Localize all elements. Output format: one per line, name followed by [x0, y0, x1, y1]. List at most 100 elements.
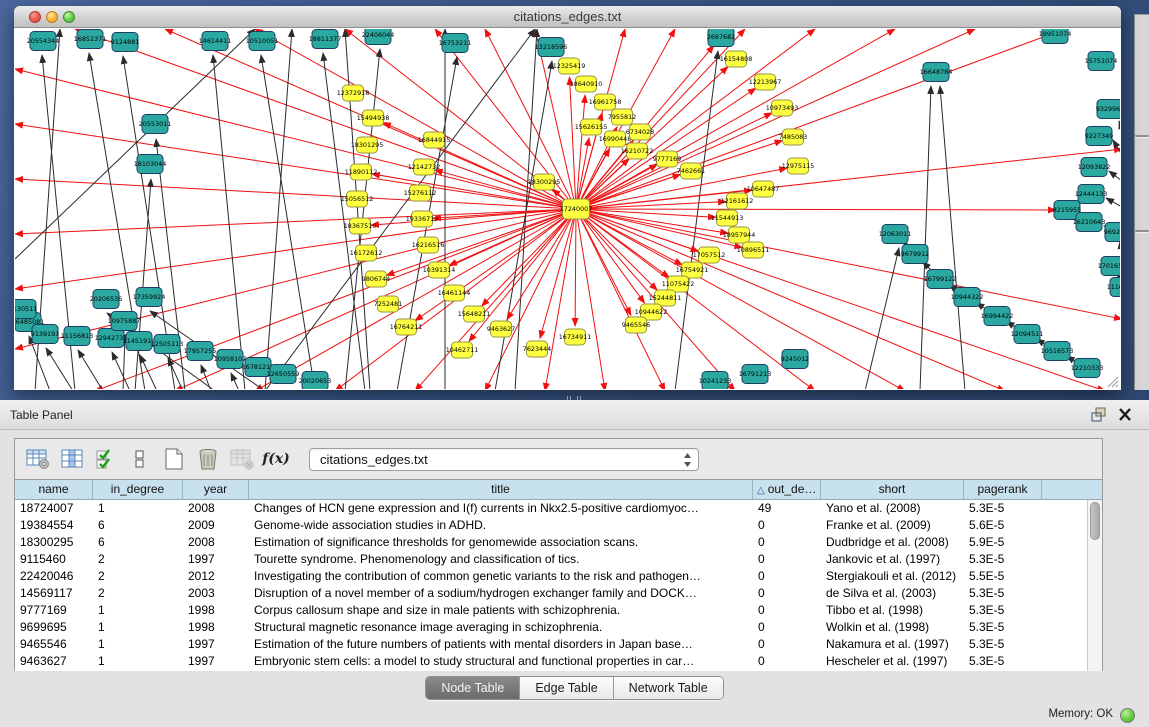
graph-node[interactable]: 11156813 [61, 327, 94, 346]
graph-node[interactable]: 9124881 [111, 33, 139, 52]
table-cell[interactable]: Wolkin et al. (1998) [821, 619, 964, 636]
scrollbar-thumb[interactable] [1090, 502, 1100, 540]
graph-node[interactable]: 10896511 [737, 242, 770, 258]
table-cell[interactable]: de Silva et al. (2003) [821, 585, 964, 602]
table-cell[interactable]: 2012 [183, 568, 249, 585]
delete-icon[interactable] [193, 444, 223, 474]
table-cell[interactable]: 2008 [183, 534, 249, 551]
vertical-scrollbar[interactable] [1087, 500, 1102, 671]
graph-node[interactable]: 11890112 [345, 164, 378, 180]
table-cell[interactable]: 2009 [183, 517, 249, 534]
graph-node[interactable]: 12213967 [749, 74, 782, 90]
graph-node[interactable]: 10516573 [1041, 342, 1074, 361]
network-canvas[interactable]: 1724000712325419186409101696175815626155… [15, 29, 1120, 389]
graph-node[interactable]: 18301295 [351, 137, 384, 153]
graph-node[interactable]: 2687682 [707, 29, 735, 47]
table-cell[interactable]: 5.5E-5 [964, 568, 1042, 585]
table-row[interactable]: 969969511998Structural magnetic resonanc… [15, 619, 1087, 636]
table-cell[interactable]: Hescheler et al. (1997) [821, 653, 964, 670]
graph-node[interactable]: 14614411 [199, 32, 232, 51]
graph-node[interactable]: 15648211 [458, 306, 491, 322]
column-header-title[interactable]: title [249, 480, 753, 499]
graph-node[interactable]: 17240007 [560, 199, 593, 219]
hide-rows-icon[interactable] [125, 444, 155, 474]
graph-node[interactable]: 11167533 [1107, 278, 1120, 297]
column-header-short[interactable]: short [821, 480, 964, 499]
table-row[interactable]: 946362711997Embryonic stem cells: a mode… [15, 653, 1087, 670]
table-cell[interactable]: 18300295 [15, 534, 93, 551]
graph-node[interactable]: 20553011 [139, 115, 172, 134]
graph-node[interactable]: 20020653 [299, 372, 332, 390]
graph-node[interactable]: 16852371 [74, 30, 107, 49]
graph-node[interactable]: 16154808 [720, 51, 753, 67]
table-cell[interactable]: 1998 [183, 619, 249, 636]
table-row[interactable]: 946554611997Estimation of the future num… [15, 636, 1087, 653]
resize-grip-icon[interactable] [1105, 374, 1119, 388]
table-cell[interactable]: Structural magnetic resonance image aver… [249, 619, 753, 636]
table-row[interactable]: 977716911998Corpus callosum shape and si… [15, 602, 1087, 619]
graph-node[interactable]: 17359924 [133, 288, 166, 307]
table-cell[interactable]: Disruption of a novel member of a sodium… [249, 585, 753, 602]
show-columns-icon[interactable] [57, 444, 87, 474]
graph-node[interactable]: 12142732 [408, 159, 441, 175]
graph-node[interactable]: 12372918 [337, 85, 370, 101]
graph-node[interactable]: 9806744 [362, 271, 390, 287]
tab-network-table[interactable]: Network Table [614, 677, 723, 699]
graph-node[interactable]: 6734028 [626, 124, 654, 140]
graph-node[interactable]: 9463627 [487, 321, 515, 337]
graph-node[interactable]: 22406044 [362, 29, 395, 45]
graph-node[interactable]: 12325419 [553, 58, 586, 74]
graph-node[interactable]: 19336713 [406, 211, 439, 227]
graph-node[interactable]: 9227349 [1085, 127, 1113, 146]
column-header-year[interactable]: year [183, 480, 249, 499]
graph-node[interactable]: 12650559 [267, 365, 300, 384]
graph-node[interactable]: 7623444 [523, 341, 551, 357]
table-cell[interactable]: 1997 [183, 636, 249, 653]
graph-node[interactable]: 12094511 [1011, 325, 1044, 344]
table-cell[interactable]: 18724007 [15, 500, 93, 517]
graph-node[interactable]: 17016504 [1098, 257, 1120, 276]
graph-node[interactable]: 16994422 [981, 307, 1014, 326]
column-header-in_degree[interactable]: in_degree [93, 480, 183, 499]
graph-node[interactable]: 20554344 [27, 32, 60, 51]
network-table-select[interactable]: citations_edges.txt [309, 448, 699, 471]
graph-node[interactable]: 9329966 [1096, 100, 1120, 119]
table-cell[interactable]: 5.3E-5 [964, 585, 1042, 602]
table-cell[interactable]: Corpus callosum shape and size in male p… [249, 602, 753, 619]
select-all-columns-icon[interactable] [91, 444, 121, 474]
table-row[interactable]: 1830029562008Estimation of significance … [15, 534, 1087, 551]
table-cell[interactable]: 1 [93, 602, 183, 619]
graph-node[interactable]: 16791213 [739, 365, 772, 384]
table-cell[interactable]: 5.3E-5 [964, 551, 1042, 568]
table-row[interactable]: 1872400712008Changes of HCN gene express… [15, 500, 1087, 517]
table-cell[interactable]: Dudbridge et al. (2008) [821, 534, 964, 551]
graph-node[interactable]: 16764211 [390, 319, 423, 335]
table-cell[interactable]: 1 [93, 500, 183, 517]
table-cell[interactable]: 9699695 [15, 619, 93, 636]
table-cell[interactable]: Nakamura et al. (1997) [821, 636, 964, 653]
table-settings-icon[interactable] [23, 444, 53, 474]
table-cell[interactable]: 5.3E-5 [964, 500, 1042, 517]
table-cell[interactable]: 5.3E-5 [964, 653, 1042, 670]
graph-node[interactable]: 7485083 [779, 129, 807, 145]
table-cell[interactable]: 0 [753, 602, 821, 619]
table-cell[interactable]: 9465546 [15, 636, 93, 653]
table-row[interactable]: 911546021997Tourette syndrome. Phenomeno… [15, 551, 1087, 568]
graph-node[interactable]: 9679912 [901, 245, 929, 264]
table-cell[interactable]: 2 [93, 585, 183, 602]
table-cell[interactable]: 0 [753, 636, 821, 653]
graph-node[interactable]: 16648784 [920, 63, 953, 82]
graph-node[interactable]: 10462711 [446, 342, 479, 358]
table-cell[interactable]: 0 [753, 619, 821, 636]
tab-edge-table[interactable]: Edge Table [520, 677, 613, 699]
graph-node[interactable]: 7462661 [677, 163, 705, 179]
table-row[interactable]: 2242004622012Investigating the contribut… [15, 568, 1087, 585]
graph-node[interactable]: 16961758 [589, 94, 622, 110]
graph-node[interactable]: 18640910 [570, 76, 603, 92]
graph-node[interactable]: 18811377 [309, 30, 342, 49]
graph-node[interactable]: 20206536 [90, 290, 123, 309]
graph-node[interactable]: 16753211 [439, 34, 472, 53]
graph-node[interactable]: 7955812 [608, 109, 636, 125]
graph-node[interactable]: 12975115 [782, 158, 815, 174]
table-cell[interactable]: 19384554 [15, 517, 93, 534]
